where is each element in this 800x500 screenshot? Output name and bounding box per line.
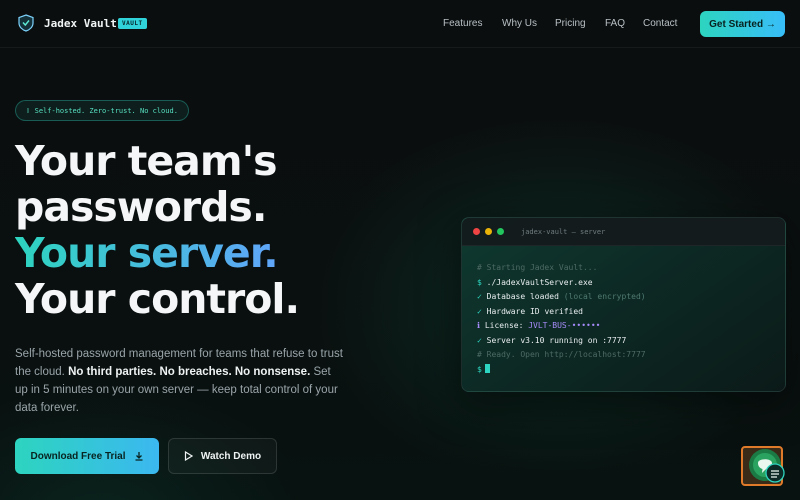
hero-tagline-text: Self-hosted. Zero-trust. No cloud. bbox=[34, 106, 178, 115]
prompt-symbol: $ bbox=[477, 277, 487, 287]
terminal-line: ✓ Hardware ID verified bbox=[477, 305, 770, 320]
terminal-window: jadex-vault — server # Starting Jadex Va… bbox=[461, 217, 786, 392]
terminal-line: # Ready. Open http://localhost:7777 bbox=[477, 350, 646, 359]
prompt-symbol: $ bbox=[477, 364, 482, 374]
terminal-titlebar: jadex-vault — server bbox=[462, 218, 785, 246]
download-button-label: Download Free Trial bbox=[30, 450, 126, 462]
download-free-trial-button[interactable]: Download Free Trial bbox=[15, 438, 159, 474]
terminal-line: # Starting Jadex Vault... bbox=[477, 263, 598, 272]
terminal-line: ✓ Database loaded (local encrypted) bbox=[477, 290, 770, 305]
description-emphasis: No third parties. No breaches. No nonsen… bbox=[68, 366, 311, 378]
terminal-text: Hardware ID verified bbox=[486, 306, 583, 316]
nav-link-faq[interactable]: FAQ bbox=[605, 18, 625, 29]
maximize-dot-icon bbox=[497, 228, 504, 235]
shield-icon[interactable] bbox=[18, 14, 34, 32]
chat-support-icon[interactable] bbox=[741, 445, 791, 487]
check-icon: ✓ bbox=[477, 292, 487, 301]
terminal-cursor bbox=[484, 363, 490, 373]
nav-link-contact[interactable]: Contact bbox=[643, 18, 677, 29]
headline-line-1: Your team's bbox=[15, 137, 278, 185]
terminal-line: ℹ License: JVLT-BUS-•••••• bbox=[477, 319, 770, 334]
nav-link-why-us[interactable]: Why Us bbox=[502, 18, 537, 29]
watch-demo-button[interactable]: Watch Demo bbox=[168, 438, 277, 474]
headline-line-2: passwords. bbox=[15, 183, 267, 231]
hero-description: Self-hosted password management for team… bbox=[15, 345, 345, 417]
license-key: JVLT-BUS-•••••• bbox=[528, 321, 601, 330]
terminal-title: jadex-vault — server bbox=[521, 227, 606, 236]
minimize-dot-icon bbox=[485, 228, 492, 235]
command-text: ./JadexVaultServer.exe bbox=[486, 277, 593, 287]
hero-tagline-pill: ▯ Self-hosted. Zero-trust. No cloud. bbox=[15, 100, 189, 121]
terminal-line: $ ./JadexVaultServer.exe bbox=[477, 276, 770, 291]
terminal-text: Database loaded bbox=[486, 292, 564, 301]
headline-line-4: Your control. bbox=[15, 275, 300, 323]
nav-link-pricing[interactable]: Pricing bbox=[555, 18, 586, 29]
terminal-text: Server v3.10 running on :7777 bbox=[486, 335, 627, 345]
brand-name[interactable]: Jadex Vault bbox=[44, 17, 117, 30]
terminal-line: ✓ Server v3.10 running on :7777 bbox=[477, 334, 770, 349]
hero-headline: Your team's passwords. Your server. Your… bbox=[15, 137, 300, 323]
terminal-note: (local encrypted) bbox=[563, 292, 646, 301]
play-icon bbox=[184, 451, 193, 461]
info-icon: ℹ bbox=[477, 321, 485, 330]
nav-link-features[interactable]: Features bbox=[443, 18, 482, 29]
headline-line-3-accent: Your server. bbox=[15, 229, 279, 277]
terminal-output: # Starting Jadex Vault... $ ./JadexVault… bbox=[462, 246, 785, 377]
top-navigation: Jadex Vault VAULT Features Why Us Pricin… bbox=[0, 0, 800, 48]
close-dot-icon bbox=[473, 228, 480, 235]
brand-badge: VAULT bbox=[118, 18, 147, 29]
status-dot-icon: ▯ bbox=[26, 107, 30, 114]
get-started-button[interactable]: Get Started → bbox=[700, 11, 785, 37]
check-icon: ✓ bbox=[477, 335, 487, 345]
check-icon: ✓ bbox=[477, 306, 487, 316]
terminal-line: $ bbox=[477, 363, 770, 378]
watch-demo-label: Watch Demo bbox=[200, 450, 262, 462]
download-icon bbox=[135, 452, 143, 461]
terminal-text: License: bbox=[484, 321, 529, 330]
